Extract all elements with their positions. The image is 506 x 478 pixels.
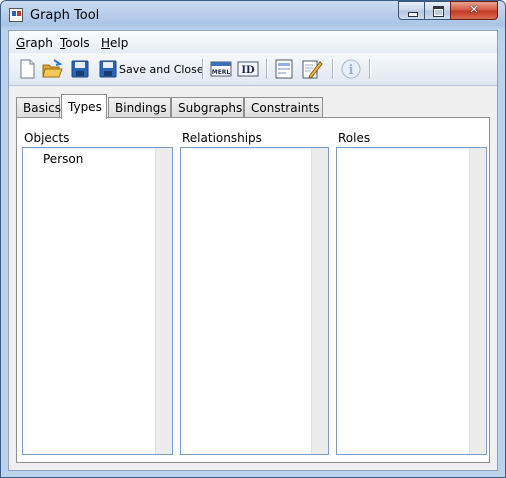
- menu-tools[interactable]: Tools: [60, 36, 90, 50]
- merl-icon: MERL: [210, 61, 232, 77]
- form-button[interactable]: [273, 58, 295, 80]
- toolbar-separator: [266, 59, 267, 79]
- open-button[interactable]: [41, 58, 63, 80]
- edit-button[interactable]: [301, 58, 323, 80]
- menu-bar: Graph Tools Help: [9, 31, 497, 53]
- edit-icon: [302, 60, 323, 79]
- save-and-close-button[interactable]: [97, 58, 119, 80]
- objects-scrollbar[interactable]: [155, 148, 172, 454]
- menu-help-label: elp: [110, 36, 129, 50]
- roles-scrollbar[interactable]: [469, 148, 486, 454]
- close-button[interactable]: ✕: [450, 1, 498, 20]
- relationships-label: Relationships: [182, 131, 262, 145]
- tab-strip: Basics Types Bindings Subgraphs Constrai…: [16, 94, 486, 119]
- client-area: Graph Tools Help Save and Close MERL ID …: [8, 30, 498, 471]
- save-and-close-icon: [99, 60, 117, 78]
- list-item[interactable]: Person: [43, 152, 83, 166]
- app-icon: [9, 8, 23, 22]
- minimize-button[interactable]: [398, 1, 425, 20]
- tab-constraints[interactable]: Constraints: [244, 97, 323, 117]
- toolbar-separator: [202, 59, 203, 79]
- menu-help[interactable]: Help: [101, 36, 128, 50]
- close-icon: ✕: [469, 3, 479, 16]
- toolbar: Save and Close MERL ID i: [9, 53, 497, 86]
- window-title: Graph Tool: [30, 8, 100, 23]
- id-icon: ID: [237, 61, 259, 77]
- tab-subgraphs[interactable]: Subgraphs: [171, 97, 244, 117]
- toolbar-separator: [332, 59, 333, 79]
- roles-label: Roles: [338, 131, 371, 145]
- id-button[interactable]: ID: [237, 58, 259, 80]
- menu-help-mnemonic: H: [101, 36, 111, 50]
- tab-types[interactable]: Types: [61, 94, 107, 119]
- form-icon: [275, 59, 293, 79]
- menu-tools-label: ools: [65, 36, 90, 50]
- merl-button[interactable]: MERL: [210, 58, 232, 80]
- new-document-icon: [20, 59, 35, 79]
- app-window: Graph Tool ✕ Graph Tools Help Save and C…: [0, 0, 506, 478]
- info-icon: i: [341, 59, 361, 79]
- maximize-button[interactable]: [424, 1, 451, 20]
- menu-graph-label: raph: [25, 36, 53, 50]
- save-button[interactable]: [69, 58, 91, 80]
- objects-label: Objects: [24, 131, 70, 145]
- save-icon: [71, 60, 89, 78]
- tab-bindings[interactable]: Bindings: [108, 97, 171, 117]
- menu-graph-mnemonic: G: [16, 36, 26, 50]
- info-button[interactable]: i: [340, 58, 362, 80]
- menu-graph[interactable]: Graph: [16, 36, 53, 50]
- tab-basics[interactable]: Basics: [16, 97, 61, 117]
- open-folder-icon: [42, 59, 63, 78]
- minimize-icon: [408, 12, 418, 17]
- svg-text:ID: ID: [241, 65, 255, 76]
- roles-list[interactable]: [336, 147, 487, 455]
- maximize-icon: [433, 6, 444, 17]
- save-and-close-label[interactable]: Save and Close: [119, 63, 204, 76]
- new-button[interactable]: [16, 58, 38, 80]
- title-bar[interactable]: Graph Tool ✕: [1, 1, 505, 30]
- relationships-scrollbar[interactable]: [311, 148, 328, 454]
- toolbar-separator: [369, 59, 370, 79]
- svg-text:MERL: MERL: [212, 69, 231, 76]
- objects-list[interactable]: Person: [22, 147, 173, 455]
- svg-text:i: i: [349, 63, 354, 78]
- relationships-list[interactable]: [180, 147, 329, 455]
